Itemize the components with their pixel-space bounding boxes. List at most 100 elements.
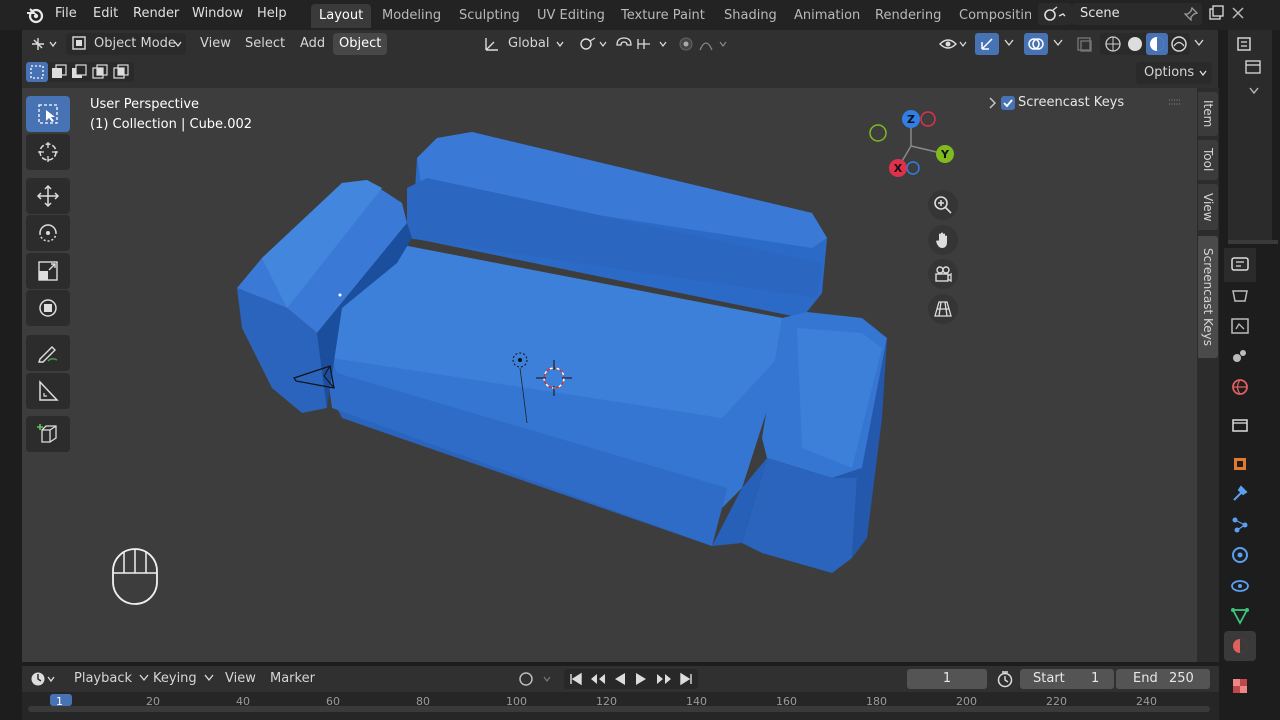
chevron-down-icon[interactable] — [1052, 39, 1064, 47]
camera-view-button[interactable] — [928, 259, 958, 289]
options-dropdown[interactable]: Options — [1136, 62, 1212, 84]
start-frame-field[interactable]: Start 1 — [1020, 669, 1114, 689]
menu-file[interactable]: File — [55, 6, 77, 21]
measure-tool[interactable] — [26, 373, 70, 409]
proportional-editing-icon[interactable] — [676, 35, 732, 53]
close-scene-icon[interactable] — [1232, 7, 1244, 19]
chevron-down-icon[interactable] — [1193, 39, 1205, 47]
wireframe-shading-icon[interactable] — [1103, 35, 1123, 53]
screencast-keys-checkbox[interactable] — [1001, 96, 1015, 110]
editor-type-button[interactable] — [28, 33, 62, 55]
overlays-toggle-button[interactable] — [1024, 33, 1048, 55]
select-intersect-icon[interactable] — [112, 64, 130, 80]
menu-render[interactable]: Render — [133, 6, 179, 21]
blender-logo-icon[interactable] — [26, 6, 44, 24]
jump-keyframe-back-icon[interactable] — [588, 671, 608, 687]
collection-properties-icon[interactable] — [1229, 414, 1251, 436]
jump-keyframe-forward-icon[interactable] — [654, 671, 674, 687]
gizmo-neg-x[interactable] — [920, 111, 936, 127]
snap-icon[interactable] — [614, 35, 670, 53]
timeline-editor-type-button[interactable] — [28, 669, 60, 689]
new-scene-icon[interactable] — [1208, 5, 1224, 21]
tab-shading[interactable]: Shading — [716, 4, 785, 28]
particles-properties-icon[interactable] — [1229, 514, 1251, 536]
rotate-tool[interactable] — [26, 215, 70, 251]
tab-uv-editing[interactable]: UV Editing — [529, 4, 613, 28]
tab-rendering[interactable]: Rendering — [867, 4, 949, 28]
playback-dropdown[interactable]: Playback — [74, 671, 149, 686]
mode-dropdown[interactable]: Object Mode — [66, 33, 186, 55]
tab-compositing[interactable]: Compositing — [951, 4, 1031, 28]
scene-name-field[interactable]: Scene — [1072, 3, 1202, 25]
modifier-properties-icon[interactable] — [1229, 483, 1251, 505]
move-tool[interactable] — [26, 178, 70, 214]
marker-menu[interactable]: Marker — [270, 671, 315, 686]
tab-layout[interactable]: Layout — [311, 4, 372, 28]
end-frame-field[interactable]: End 250 — [1116, 669, 1210, 689]
scene-selector-button[interactable] — [1038, 3, 1072, 25]
transform-tool[interactable] — [26, 290, 70, 326]
solid-shading-icon[interactable] — [1125, 35, 1145, 53]
gizmo-toggle-button[interactable] — [975, 33, 999, 55]
keying-dropdown[interactable]: Keying — [153, 671, 214, 686]
add-menu[interactable]: Add — [294, 33, 331, 55]
tool-properties-icon[interactable] — [1229, 285, 1251, 307]
physics-properties-icon[interactable] — [1229, 544, 1251, 566]
properties-editor-icon[interactable] — [1229, 253, 1251, 275]
object-properties-icon[interactable] — [1229, 453, 1251, 475]
select-box-tool[interactable] — [26, 96, 70, 132]
select-subtract-icon[interactable] — [70, 64, 88, 80]
output-properties-icon[interactable] — [1229, 345, 1251, 367]
render-properties-icon[interactable] — [1229, 315, 1251, 337]
menu-edit[interactable]: Edit — [93, 6, 118, 21]
display-mode-icon[interactable] — [1245, 60, 1261, 74]
chevron-right-icon[interactable] — [988, 97, 998, 109]
navigation-gizmo[interactable]: Z Y X — [866, 108, 962, 184]
chevron-down-icon[interactable] — [1003, 39, 1015, 47]
pin-icon[interactable] — [1184, 7, 1198, 21]
visibility-icon[interactable] — [938, 35, 970, 53]
view-menu[interactable]: View — [194, 33, 237, 55]
material-preview-shading-button[interactable] — [1146, 33, 1168, 55]
select-new-button[interactable] — [26, 62, 48, 82]
tab-animation[interactable]: Animation — [786, 4, 868, 28]
outliner-editor-icon[interactable] — [1237, 36, 1257, 52]
jump-start-icon[interactable] — [568, 671, 584, 687]
rendered-shading-icon[interactable] — [1169, 35, 1189, 53]
tab-texture-paint[interactable]: Texture Paint — [613, 4, 713, 28]
select-menu[interactable]: Select — [239, 33, 291, 55]
projection-toggle-button[interactable] — [928, 294, 958, 324]
pivot-point-icon[interactable] — [578, 35, 608, 53]
timeline-view-menu[interactable]: View — [225, 671, 256, 686]
zoom-button[interactable] — [928, 190, 958, 220]
auto-keying-toggle[interactable] — [516, 670, 558, 688]
world-properties-icon[interactable] — [1229, 376, 1251, 398]
material-properties-icon[interactable] — [1229, 635, 1251, 657]
transform-orientation-dropdown[interactable]: Global — [480, 33, 570, 55]
add-cube-tool[interactable] — [26, 416, 70, 452]
tab-view[interactable]: View — [1198, 184, 1218, 230]
pan-button[interactable] — [928, 225, 958, 255]
scale-tool[interactable] — [26, 253, 70, 289]
tab-item[interactable]: Item — [1198, 92, 1218, 136]
gizmo-neg-z[interactable] — [906, 161, 920, 175]
filter-chevron-icon[interactable] — [1249, 87, 1259, 95]
jump-end-icon[interactable] — [678, 671, 694, 687]
3d-viewport[interactable] — [22, 88, 1197, 662]
data-properties-icon[interactable] — [1229, 605, 1251, 627]
play-reverse-icon[interactable] — [612, 671, 628, 687]
cursor-tool[interactable] — [26, 134, 70, 170]
timeline-ruler[interactable]: 1 20 40 60 80 100 120 140 160 180 200 220 240 — [22, 692, 1219, 720]
xray-icon[interactable] — [1076, 36, 1094, 52]
select-invert-icon[interactable] — [91, 64, 109, 80]
annotate-tool[interactable] — [26, 335, 70, 371]
constraints-properties-icon[interactable] — [1229, 575, 1251, 597]
current-frame-field[interactable]: 1 — [907, 669, 987, 689]
tab-screencast-keys[interactable]: Screencast Keys — [1198, 236, 1218, 358]
texture-properties-icon[interactable] — [1229, 675, 1251, 697]
drag-handle-icon[interactable] — [1168, 98, 1182, 106]
select-extend-icon[interactable] — [50, 64, 68, 80]
tab-sculpting[interactable]: Sculpting — [451, 4, 528, 28]
gizmo-neg-y[interactable] — [869, 124, 887, 142]
preview-range-icon[interactable] — [995, 670, 1015, 688]
